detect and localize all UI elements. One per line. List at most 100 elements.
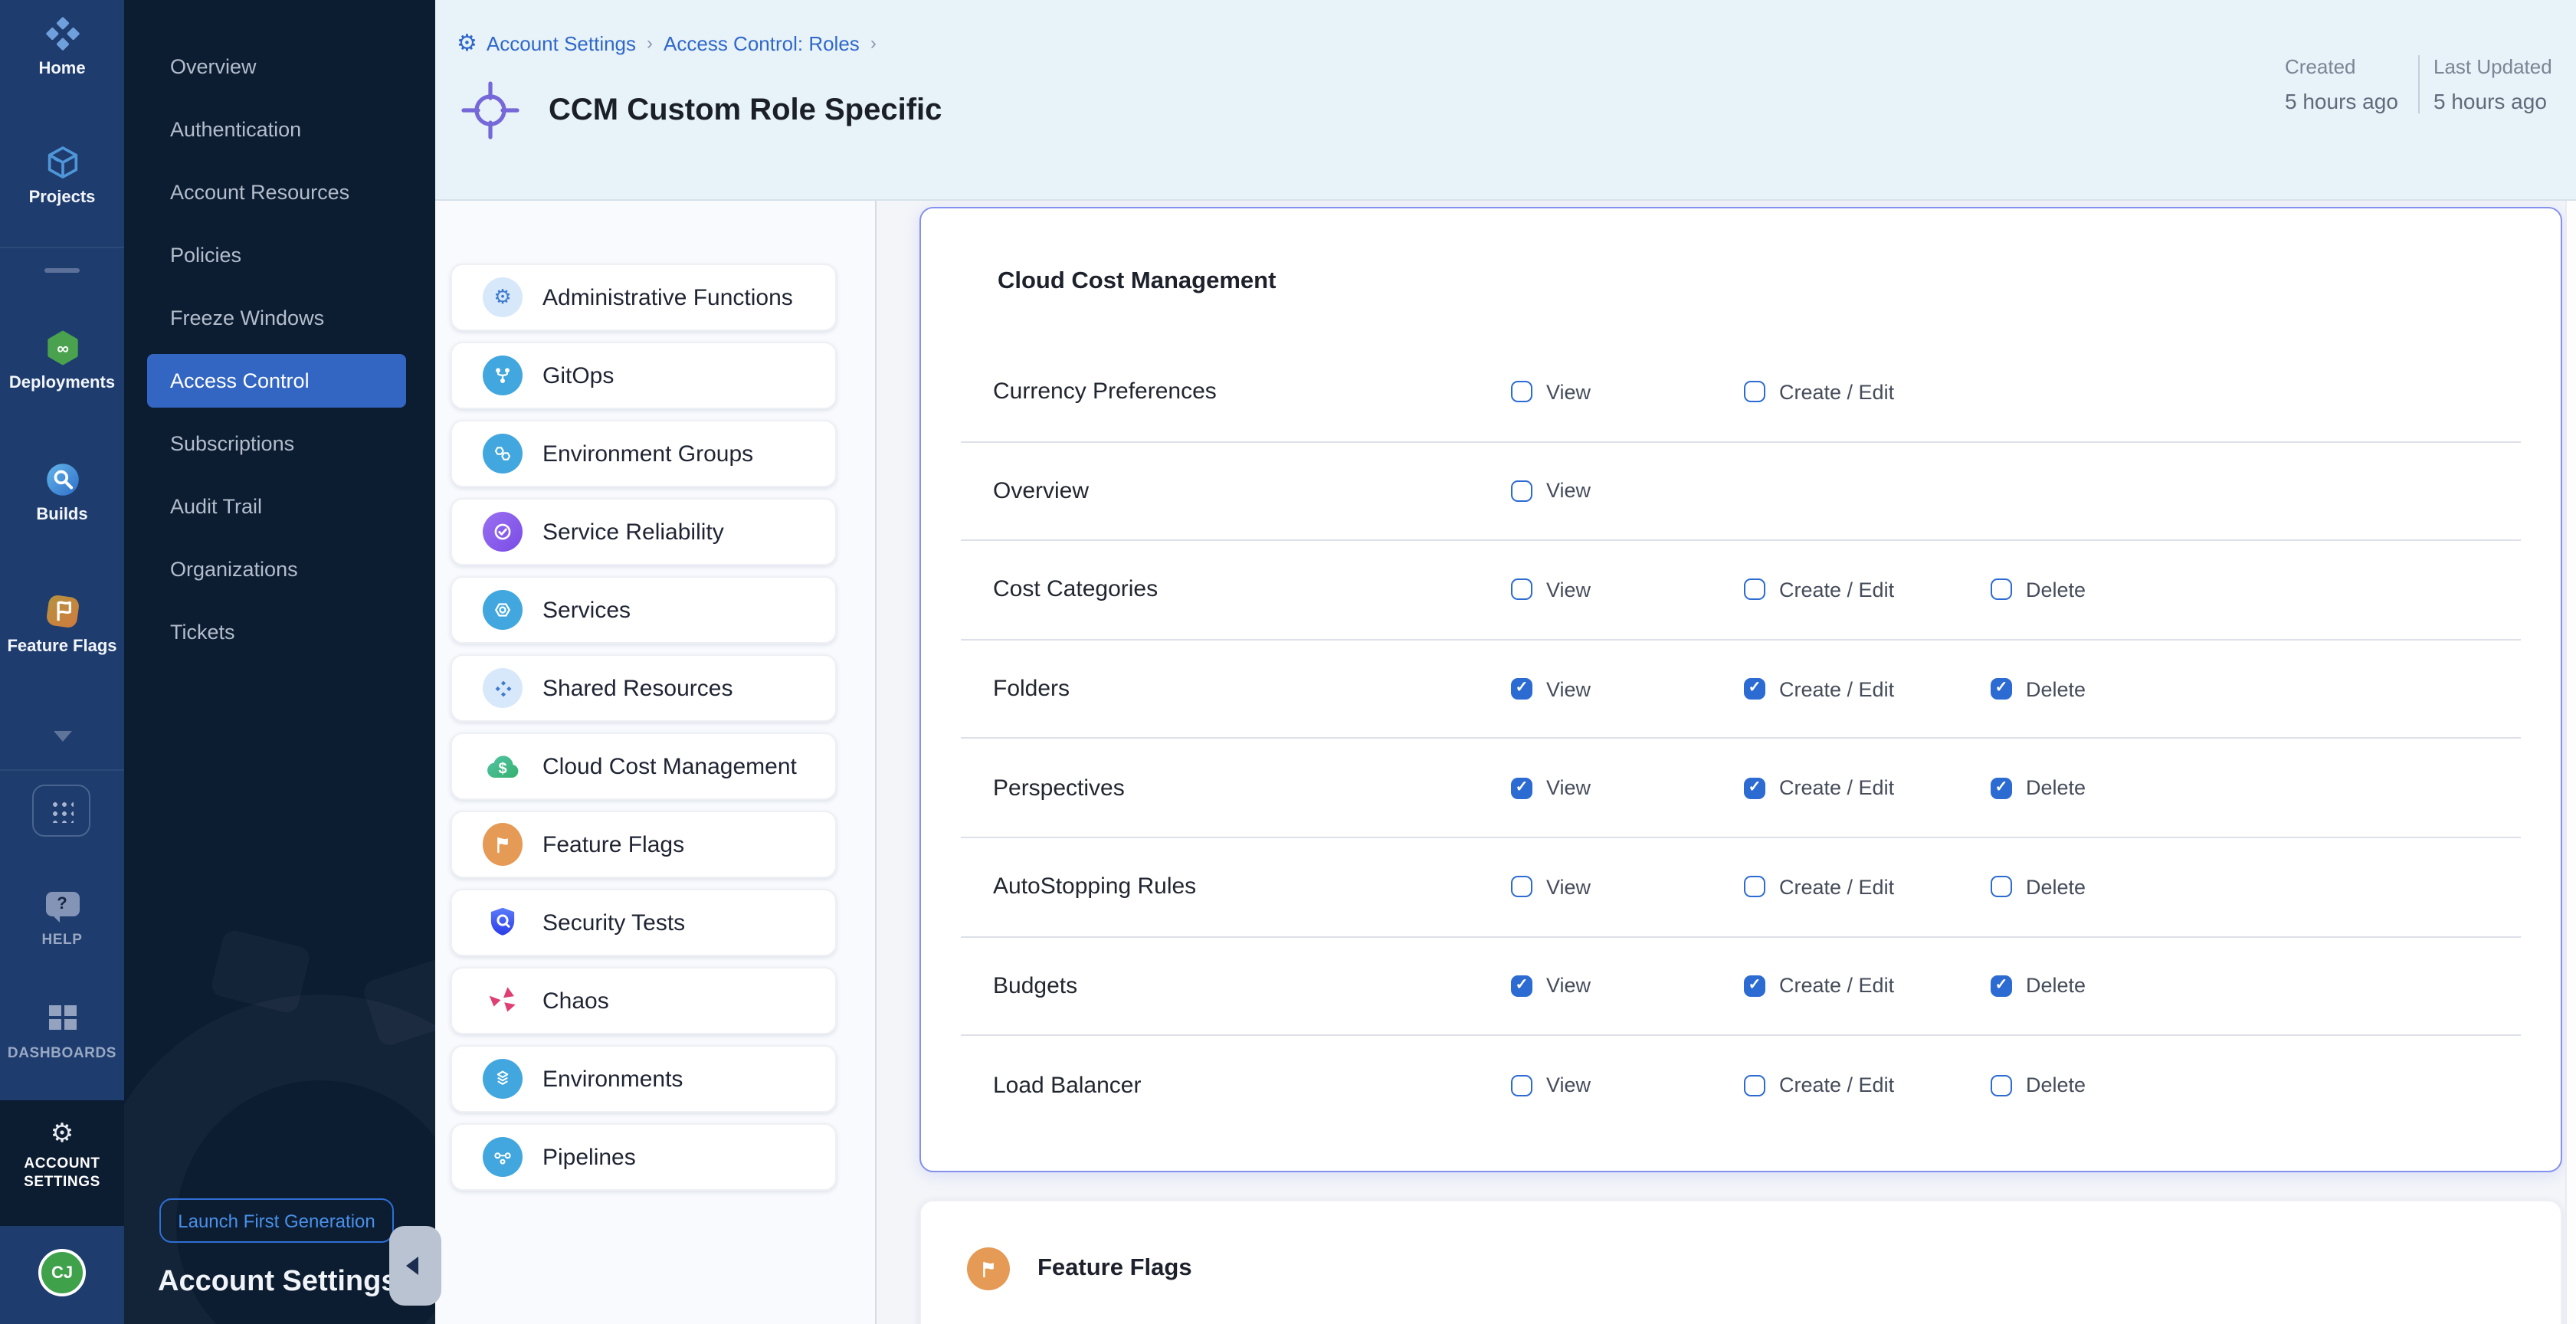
checkbox-folders-create-edit[interactable]	[1744, 678, 1765, 700]
sidebar-footer-title: Account Settings	[158, 1266, 397, 1299]
meta-divider	[2418, 55, 2420, 113]
page-title: CCM Custom Role Specific	[549, 93, 942, 128]
resource-card-environment-groups[interactable]: Environment Groups	[451, 420, 837, 487]
rail-item-projects[interactable]: Projects	[0, 143, 124, 207]
checkbox-cost-categories-view[interactable]	[1511, 579, 1532, 601]
admin-functions-icon: ⚙	[483, 277, 523, 317]
perm-label: Delete	[2026, 876, 2086, 899]
resource-card-security-tests[interactable]: Security Tests	[451, 889, 837, 956]
launch-first-generation-button[interactable]: Launch First Generation	[159, 1198, 394, 1243]
role-meta: Created 5 hours ago Last Updated 5 hours…	[2285, 55, 2552, 113]
created-label: Created	[2285, 55, 2404, 78]
rail-item-builds[interactable]: Builds	[0, 460, 124, 524]
environments-icon	[483, 1059, 523, 1099]
permission-row-label: Folders	[993, 676, 1070, 702]
checkbox-perspectives-create-edit[interactable]	[1744, 777, 1765, 798]
checkbox-cost-categories-delete[interactable]	[1991, 579, 2012, 601]
checkbox-currency-preferences-view[interactable]	[1511, 382, 1532, 403]
panel-header: Cloud Cost Management	[961, 245, 2521, 319]
rail-item-deployments[interactable]: ∞ Deployments	[0, 328, 124, 392]
resource-card-pipelines[interactable]: Pipelines	[451, 1123, 837, 1191]
checkbox-autostopping-rules-view[interactable]	[1511, 877, 1532, 898]
security-tests-icon	[483, 903, 523, 942]
deployments-hexagon-icon: ∞	[0, 328, 124, 369]
resource-card-shared-resources[interactable]: Shared Resources	[451, 654, 837, 722]
rail-item-account-settings[interactable]: ⚙ ACCOUNT SETTINGS	[0, 1100, 124, 1226]
resource-card-label: Pipelines	[542, 1144, 636, 1170]
resource-list: ⚙Administrative Functions GitOps Environme…	[451, 264, 837, 1201]
resource-card-cloud-cost-management[interactable]: $Cloud Cost Management	[451, 732, 837, 800]
sidebar-item-organizations[interactable]: Organizations	[147, 542, 406, 596]
avatar[interactable]: CJ	[38, 1249, 86, 1296]
permission-row-load-balancer: Load BalancerViewCreate / EditDelete	[961, 1036, 2521, 1135]
perm-autostopping-rules-view: View	[1511, 876, 1591, 899]
module-picker-button[interactable]	[32, 785, 90, 837]
checkbox-load-balancer-delete[interactable]	[1991, 1075, 2012, 1096]
collapse-left-icon	[406, 1257, 418, 1275]
checkbox-folders-delete[interactable]	[1991, 678, 2012, 700]
resource-card-administrative-functions[interactable]: ⚙Administrative Functions	[451, 264, 837, 331]
created-block: Created 5 hours ago	[2285, 55, 2404, 113]
sidebar-item-audit-trail[interactable]: Audit Trail	[147, 480, 406, 533]
perm-folders-create-edit: Create / Edit	[1744, 677, 1894, 700]
rail-item-label: Builds	[0, 506, 124, 524]
resource-card-label: GitOps	[542, 362, 614, 388]
perm-label: Delete	[2026, 1074, 2086, 1097]
resource-card-label: Cloud Cost Management	[542, 753, 797, 779]
sidebar-collapse-handle[interactable]	[389, 1226, 441, 1306]
perm-label: Create / Edit	[1779, 975, 1894, 998]
sidebar-item-tickets[interactable]: Tickets	[147, 605, 406, 659]
perm-autostopping-rules-delete: Delete	[1991, 876, 2086, 899]
checkbox-folders-view[interactable]	[1511, 678, 1532, 700]
permission-row-label: Cost Categories	[993, 577, 1158, 603]
resource-card-environments[interactable]: Environments	[451, 1045, 837, 1113]
checkbox-load-balancer-view[interactable]	[1511, 1075, 1532, 1096]
resource-card-service-reliability[interactable]: Service Reliability	[451, 498, 837, 565]
sidebar-item-access-control[interactable]: Access Control	[147, 354, 406, 408]
checkbox-currency-preferences-create-edit[interactable]	[1744, 382, 1765, 403]
permission-row-label: Overview	[993, 478, 1089, 504]
breadcrumb-separator: ›	[870, 32, 877, 54]
checkbox-budgets-create-edit[interactable]	[1744, 975, 1765, 997]
rail-item-feature-flags[interactable]: Feature Flags	[0, 592, 124, 656]
breadcrumb-access-control-roles[interactable]: Access Control: Roles	[664, 31, 860, 54]
checkbox-cost-categories-create-edit[interactable]	[1744, 579, 1765, 601]
checkbox-budgets-delete[interactable]	[1991, 975, 2012, 997]
breadcrumb-account-settings[interactable]: Account Settings	[487, 31, 636, 54]
checkbox-autostopping-rules-create-edit[interactable]	[1744, 877, 1765, 898]
permission-row-autostopping-rules: AutoStopping RulesViewCreate / EditDelet…	[961, 838, 2521, 937]
sidebar-item-policies[interactable]: Policies	[147, 228, 406, 282]
sidebar-item-subscriptions[interactable]: Subscriptions	[147, 417, 406, 470]
rail-item-help[interactable]: ? HELP	[0, 892, 124, 952]
sidebar-item-freeze-windows[interactable]: Freeze Windows	[147, 291, 406, 345]
chevron-down-icon[interactable]	[54, 731, 72, 742]
module-rail: Home Projects ∞ Deployments Builds	[0, 0, 124, 1324]
sidebar-item-overview[interactable]: Overview	[147, 40, 406, 93]
rail-section-divider	[0, 247, 124, 248]
avatar-initials: CJ	[51, 1263, 73, 1282]
resource-card-gitops[interactable]: GitOps	[451, 342, 837, 409]
resource-card-services[interactable]: Services	[451, 576, 837, 644]
perm-cost-categories-create-edit: Create / Edit	[1744, 578, 1894, 601]
checkbox-perspectives-view[interactable]	[1511, 777, 1532, 798]
grid-dots-icon	[50, 799, 73, 822]
title-row: CCM Custom Role Specific	[460, 80, 942, 141]
rail-item-dashboards[interactable]: DASHBOARDS	[0, 1005, 124, 1065]
sidebar-item-authentication[interactable]: Authentication	[147, 103, 406, 156]
vertical-scrollbar[interactable]	[2565, 201, 2576, 1324]
rail-item-home[interactable]: Home	[0, 14, 124, 78]
feature-flags-section: Feature Flags	[919, 1200, 2562, 1324]
dashboards-grid-icon	[48, 1005, 76, 1030]
checkbox-load-balancer-create-edit[interactable]	[1744, 1075, 1765, 1096]
resource-card-chaos[interactable]: Chaos	[451, 967, 837, 1034]
checkbox-overview-view[interactable]	[1511, 480, 1532, 502]
perm-label: View	[1546, 876, 1591, 899]
resource-card-feature-flags[interactable]: Feature Flags	[451, 811, 837, 878]
perm-budgets-create-edit: Create / Edit	[1744, 975, 1894, 998]
sidebar-item-account-resources[interactable]: Account Resources	[147, 166, 406, 219]
chaos-icon	[483, 981, 523, 1021]
checkbox-autostopping-rules-delete[interactable]	[1991, 877, 2012, 898]
environment-groups-icon	[483, 434, 523, 474]
checkbox-perspectives-delete[interactable]	[1991, 777, 2012, 798]
checkbox-budgets-view[interactable]	[1511, 975, 1532, 997]
